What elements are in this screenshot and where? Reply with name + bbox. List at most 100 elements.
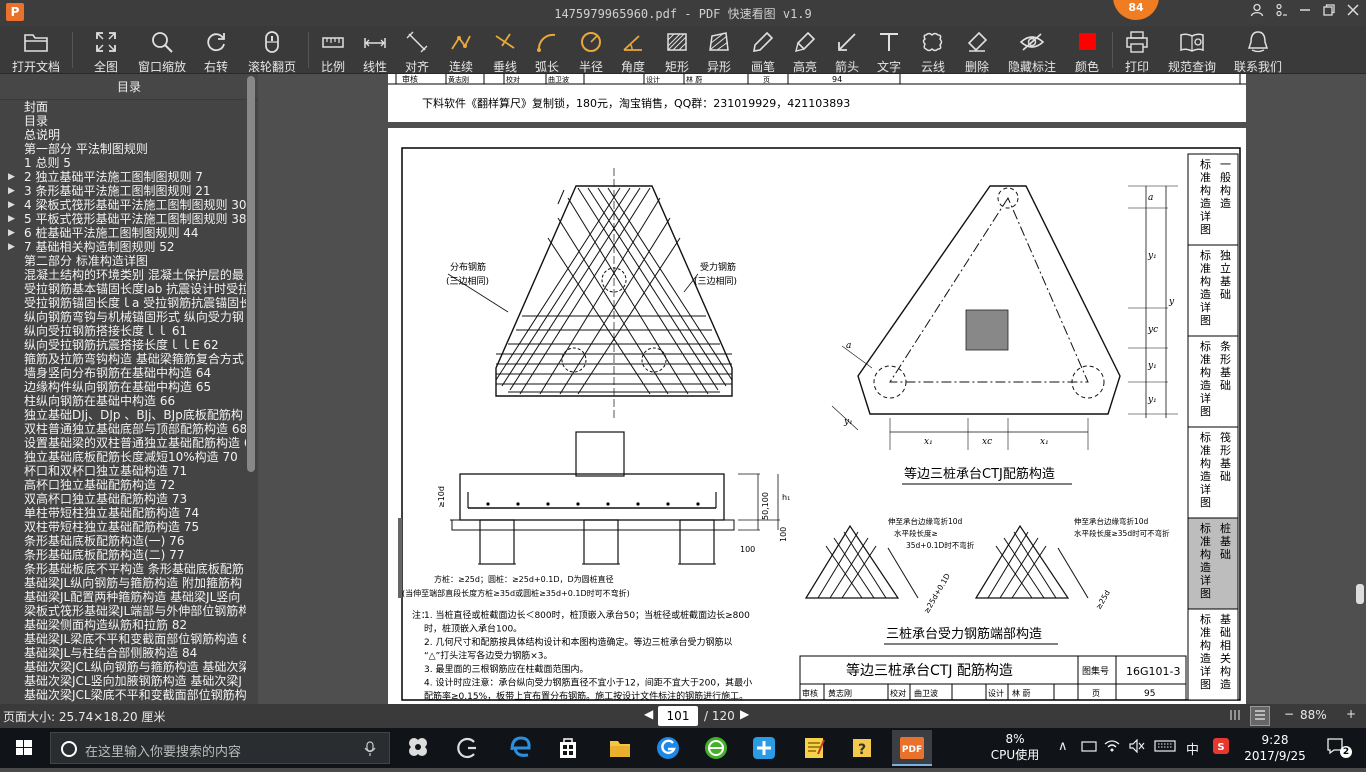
radius-button[interactable]: 半径	[574, 28, 608, 74]
toc-item[interactable]: 条形基础底板配筋构造(一) 76	[0, 534, 246, 548]
toc-item[interactable]: ▶ 4 梁板式筏形基础平法施工图制图规则 30	[0, 198, 246, 212]
wheel-page-button[interactable]: 滚轮翻页	[244, 28, 300, 74]
toc-item[interactable]: 柱纵向钢筋在基础中构造 66	[0, 394, 246, 408]
toc-item[interactable]: 边缘构件纵向钢筋在基础中构造 65	[0, 380, 246, 394]
cloud-line-button[interactable]: 云线	[916, 28, 950, 74]
volume-muted-icon[interactable]	[1128, 738, 1146, 757]
toc-item[interactable]: 梁板式筏形基础梁JL端部与外伸部位钢筋构	[0, 604, 246, 618]
settings-menu-icon[interactable]	[1270, 3, 1292, 23]
taskbar-search-box[interactable]: 在这里输入你要搜索的内容	[50, 732, 390, 764]
expand-arrow-icon[interactable]: ▶	[8, 240, 15, 254]
zoom-level[interactable]: 88%	[1300, 708, 1327, 722]
expand-arrow-icon[interactable]: ▶	[8, 170, 15, 184]
linear-button[interactable]: 线性	[358, 28, 392, 74]
arc-length-button[interactable]: 弧长	[530, 28, 564, 74]
taskbar-app-photos[interactable]	[398, 730, 438, 766]
zoom-in-icon[interactable]: +	[1346, 707, 1356, 721]
continuous-button[interactable]: 连续	[444, 28, 478, 74]
category-tab[interactable]: 标准构造详图一般构造	[1187, 153, 1239, 246]
taskbar-app-g-browser[interactable]	[648, 730, 688, 766]
color-button[interactable]: 颜色	[1070, 28, 1104, 74]
category-tab[interactable]: 标准构造详图基础相关构造	[1187, 608, 1239, 701]
close-icon[interactable]	[1342, 3, 1364, 23]
fit-all-button[interactable]: 全图	[88, 28, 124, 74]
zoom-window-button[interactable]: 窗口缩放	[134, 28, 190, 74]
toc-item[interactable]: 纵向受拉钢筋抗震搭接长度ｌｌE 62	[0, 338, 246, 352]
single-page-view-icon[interactable]	[1228, 708, 1242, 725]
taskbar-app-pdf-viewer[interactable]: PDF	[892, 730, 932, 766]
toc-item[interactable]: 基础梁JL与柱结合部侧腋构造 84	[0, 646, 246, 660]
document-viewer[interactable]: 审核 黄志刚 校对 曲卫波 设计 林 蔚 页 94 下料软件《翻样算尺》复制锁，…	[258, 74, 1366, 704]
toc-item[interactable]: ▶ 3 条形基础平法施工图制图规则 21	[0, 184, 246, 198]
toc-item[interactable]: 第一部分 平法制图规则	[0, 142, 246, 156]
viewer-scrollbar-thumb[interactable]	[1356, 584, 1364, 604]
expand-arrow-icon[interactable]: ▶	[8, 212, 15, 226]
zoom-out-icon[interactable]: −	[1284, 707, 1294, 721]
spec-lookup-button[interactable]: 规范查询	[1164, 28, 1220, 74]
toc-item[interactable]: ▶ 5 平板式筏形基础平法施工图制图规则 38	[0, 212, 246, 226]
start-button[interactable]	[0, 728, 48, 768]
toc-item[interactable]: 总说明	[0, 128, 246, 142]
align-button[interactable]: 对齐	[400, 28, 434, 74]
toc-item[interactable]: 基础梁JL纵向钢筋与箍筋构造 附加箍筋构	[0, 576, 246, 590]
keyboard-icon[interactable]	[1154, 739, 1176, 757]
toc-item[interactable]: 条形基础底板配筋构造(二) 77	[0, 548, 246, 562]
system-clock[interactable]: 9:28 2017/9/25	[1240, 732, 1310, 764]
toc-item[interactable]: 箍筋及拉筋弯钩构造 基础梁箍筋复合方式	[0, 352, 246, 366]
rotate-right-button[interactable]: 右转	[198, 28, 234, 74]
rectangle-button[interactable]: 矩形	[660, 28, 694, 74]
print-button[interactable]: 打印	[1120, 28, 1154, 74]
microphone-icon[interactable]	[363, 741, 377, 757]
wifi-icon[interactable]	[1104, 739, 1120, 757]
taskbar-app-360[interactable]	[696, 730, 736, 766]
pen-button[interactable]: 画笔	[746, 28, 780, 74]
expand-arrow-icon[interactable]: ▶	[8, 184, 15, 198]
user-icon[interactable]	[1246, 3, 1268, 23]
toc-item[interactable]: 基础梁JL梁底不平和变截面部位钢筋构造 8	[0, 632, 246, 646]
minimize-icon[interactable]	[1294, 3, 1316, 23]
toc-item[interactable]: 目录	[0, 114, 246, 128]
open-document-button[interactable]: 打开文档	[8, 28, 64, 74]
next-page-icon[interactable]: ▶	[740, 707, 749, 721]
toc-item[interactable]: 设置基础梁的双柱普通独立基础配筋构造 6	[0, 436, 246, 450]
delete-button[interactable]: 删除	[960, 28, 994, 74]
toc-item[interactable]: 封面	[0, 100, 246, 114]
toc-item[interactable]: 双柱带短柱独立基础配筋构造 75	[0, 520, 246, 534]
toc-item[interactable]: ▶ 6 桩基础平法施工图制图规则 44	[0, 226, 246, 240]
sogou-ime-icon[interactable]: S	[1212, 737, 1230, 759]
tray-expand-icon[interactable]: ∧	[1058, 739, 1068, 754]
taskbar-app-explorer[interactable]	[600, 730, 640, 766]
taskbar-app-notes[interactable]	[794, 730, 834, 766]
toc-item[interactable]: 独立基础DJj、DJp 、BJj、BJp底板配筋构	[0, 408, 246, 422]
arrow-button[interactable]: 箭头	[830, 28, 864, 74]
taskbar-app-tool[interactable]	[744, 730, 784, 766]
toc-item[interactable]: 基础梁JL配置两种箍筋构造 基础梁JL竖向	[0, 590, 246, 604]
toc-scrollbar[interactable]	[247, 76, 255, 472]
expand-arrow-icon[interactable]: ▶	[8, 226, 15, 240]
prev-page-icon[interactable]: ◀	[644, 707, 653, 721]
contact-us-button[interactable]: 联系我们	[1230, 28, 1286, 74]
toc-item[interactable]: 混凝土结构的环境类别 混凝土保护层的最	[0, 268, 246, 282]
category-tab[interactable]: 标准构造详图条形基础	[1187, 335, 1239, 428]
polygon-button[interactable]: 异形	[702, 28, 736, 74]
angle-button[interactable]: 角度	[616, 28, 650, 74]
toc-item[interactable]: 基础次梁JCL竖向加腋钢筋构造 基础次梁J	[0, 674, 246, 688]
toc-item[interactable]: 杯口和双杯口独立基础构造 71	[0, 464, 246, 478]
toc-item[interactable]: 双高杯口独立基础配筋构造 73	[0, 492, 246, 506]
toc-item[interactable]: 条形基础板底不平构造 条形基础底板配筋	[0, 562, 246, 576]
toc-item[interactable]: 基础次梁JCL梁底不平和变截面部位钢筋构	[0, 688, 246, 702]
expand-arrow-icon[interactable]: ▶	[8, 198, 15, 212]
restore-icon[interactable]	[1318, 3, 1340, 23]
category-tab[interactable]: 标准构造详图桩基础	[1187, 517, 1239, 610]
toc-item[interactable]: 1 总则 5	[0, 156, 246, 170]
perpendicular-button[interactable]: 垂线	[488, 28, 522, 74]
scale-button[interactable]: 比例	[316, 28, 350, 74]
hide-annotation-button[interactable]: 隐藏标注	[1004, 28, 1060, 74]
continuous-view-icon[interactable]	[1250, 706, 1270, 726]
toc-item[interactable]: ▶ 2 独立基础平法施工图制图规则 7	[0, 170, 246, 184]
taskbar-app-store[interactable]	[548, 730, 588, 766]
current-page-input[interactable]: 101	[658, 706, 698, 726]
toc-item[interactable]: ▶ 7 基础相关构造制图规则 52	[0, 240, 246, 254]
toc-item[interactable]: 基础次梁JCL纵向钢筋与箍筋构造 基础次梁	[0, 660, 246, 674]
taskbar-app-edge[interactable]	[500, 730, 540, 766]
